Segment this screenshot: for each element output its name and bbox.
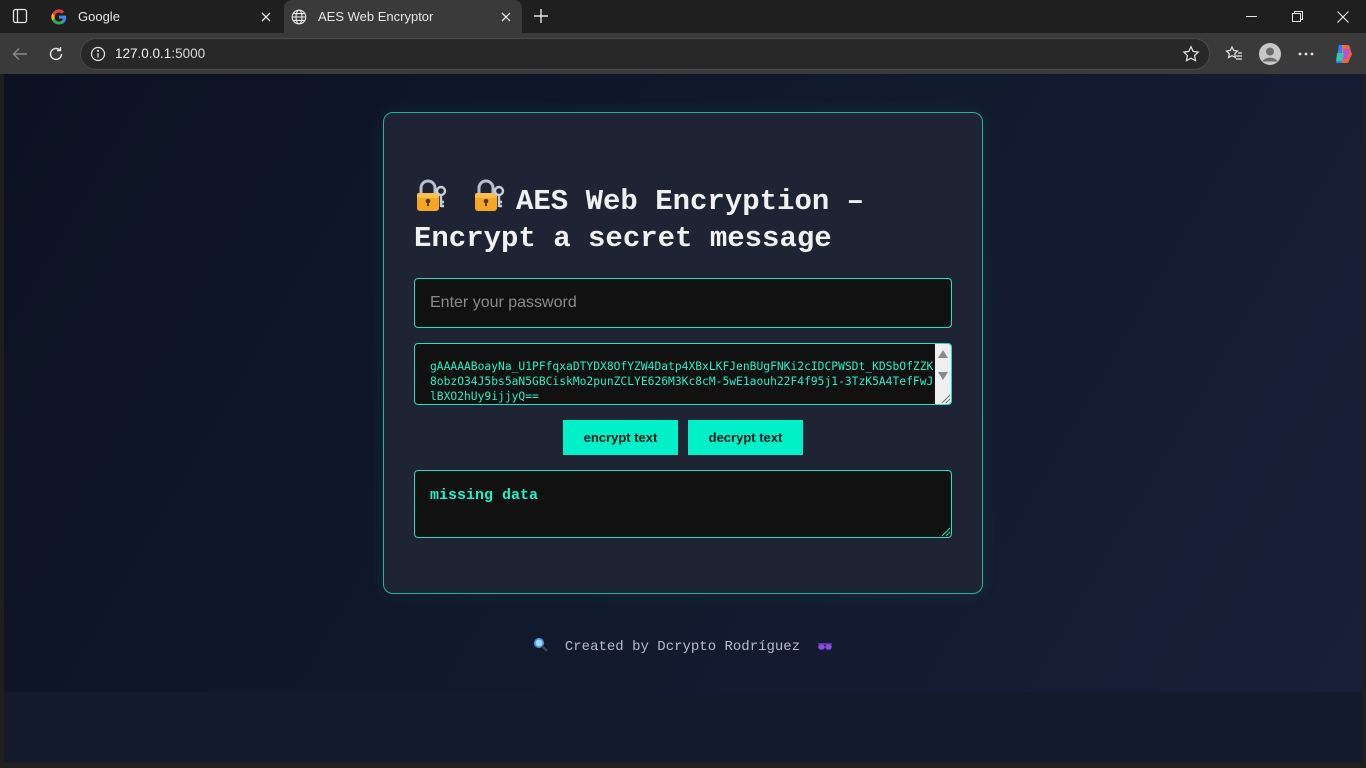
textarea-scrollbar[interactable] [935, 344, 951, 404]
locked-with-key-icon [417, 179, 447, 211]
output-value: missing data [430, 487, 539, 504]
magnifying-glass-icon [533, 637, 548, 652]
scroll-up-icon[interactable] [938, 350, 948, 358]
page-title: AES Web Encryption – Encrypt a secret me… [414, 179, 974, 257]
profile-avatar-icon[interactable] [1256, 40, 1284, 68]
resize-grip-icon[interactable] [941, 527, 950, 536]
password-input[interactable] [414, 278, 952, 328]
tab-title: Google [78, 9, 120, 24]
tab-actions-menu-icon[interactable] [6, 4, 34, 28]
page-viewport: AES Web Encryption – Encrypt a secret me… [4, 74, 1362, 762]
address-bar[interactable]: 127.0.0.1:5000 [80, 38, 1210, 70]
new-tab-icon[interactable] [529, 4, 553, 28]
ciphertext-value: gAAAAABoayNa_U1PFfqxaDTYDX8OfYZW4Datp4XB… [430, 360, 934, 403]
sunglasses-icon [817, 643, 832, 650]
footer-credit: Created by Dcrypto Rodríguez [564, 639, 801, 655]
browser-toolbar: 127.0.0.1:5000 [0, 33, 1366, 74]
site-info-icon[interactable] [89, 45, 107, 63]
favorites-icon[interactable] [1220, 40, 1248, 68]
back-arrow-icon[interactable] [6, 40, 34, 68]
ciphertext-textarea[interactable]: gAAAAABoayNa_U1PFfqxaDTYDX8OfYZW4Datp4XB… [414, 343, 952, 405]
restore-icon[interactable] [1274, 0, 1320, 33]
close-tab-icon[interactable] [494, 5, 518, 29]
google-icon [50, 8, 68, 26]
tab-aes-web-encryptor[interactable]: AES Web Encryptor [284, 0, 522, 33]
page-footer: Created by Dcrypto Rodríguez [4, 637, 1362, 655]
more-options-icon[interactable] [1292, 40, 1320, 68]
tab-title: AES Web Encryptor [318, 9, 434, 24]
encrypt-button[interactable]: encrypt text [563, 420, 678, 455]
decrypt-button[interactable]: decrypt text [688, 420, 803, 455]
close-tab-icon[interactable] [254, 5, 278, 29]
url-text: 127.0.0.1:5000 [115, 46, 206, 61]
tab-google[interactable]: Google [44, 0, 282, 33]
locked-with-key-icon [475, 179, 505, 211]
page-bottom-band [4, 692, 1362, 762]
encryptor-card: AES Web Encryption – Encrypt a secret me… [383, 112, 983, 594]
minimize-icon[interactable] [1228, 0, 1274, 33]
output-textarea[interactable]: missing data [414, 470, 952, 538]
resize-grip-icon[interactable] [941, 394, 950, 403]
globe-icon [290, 8, 308, 26]
reload-icon[interactable] [42, 40, 70, 68]
favorite-star-icon[interactable] [1181, 44, 1201, 64]
copilot-icon[interactable] [1330, 40, 1358, 68]
close-window-icon[interactable] [1320, 0, 1366, 33]
scroll-down-icon[interactable] [938, 372, 948, 380]
tab-bar: Google AES Web Encryptor [0, 0, 1366, 33]
